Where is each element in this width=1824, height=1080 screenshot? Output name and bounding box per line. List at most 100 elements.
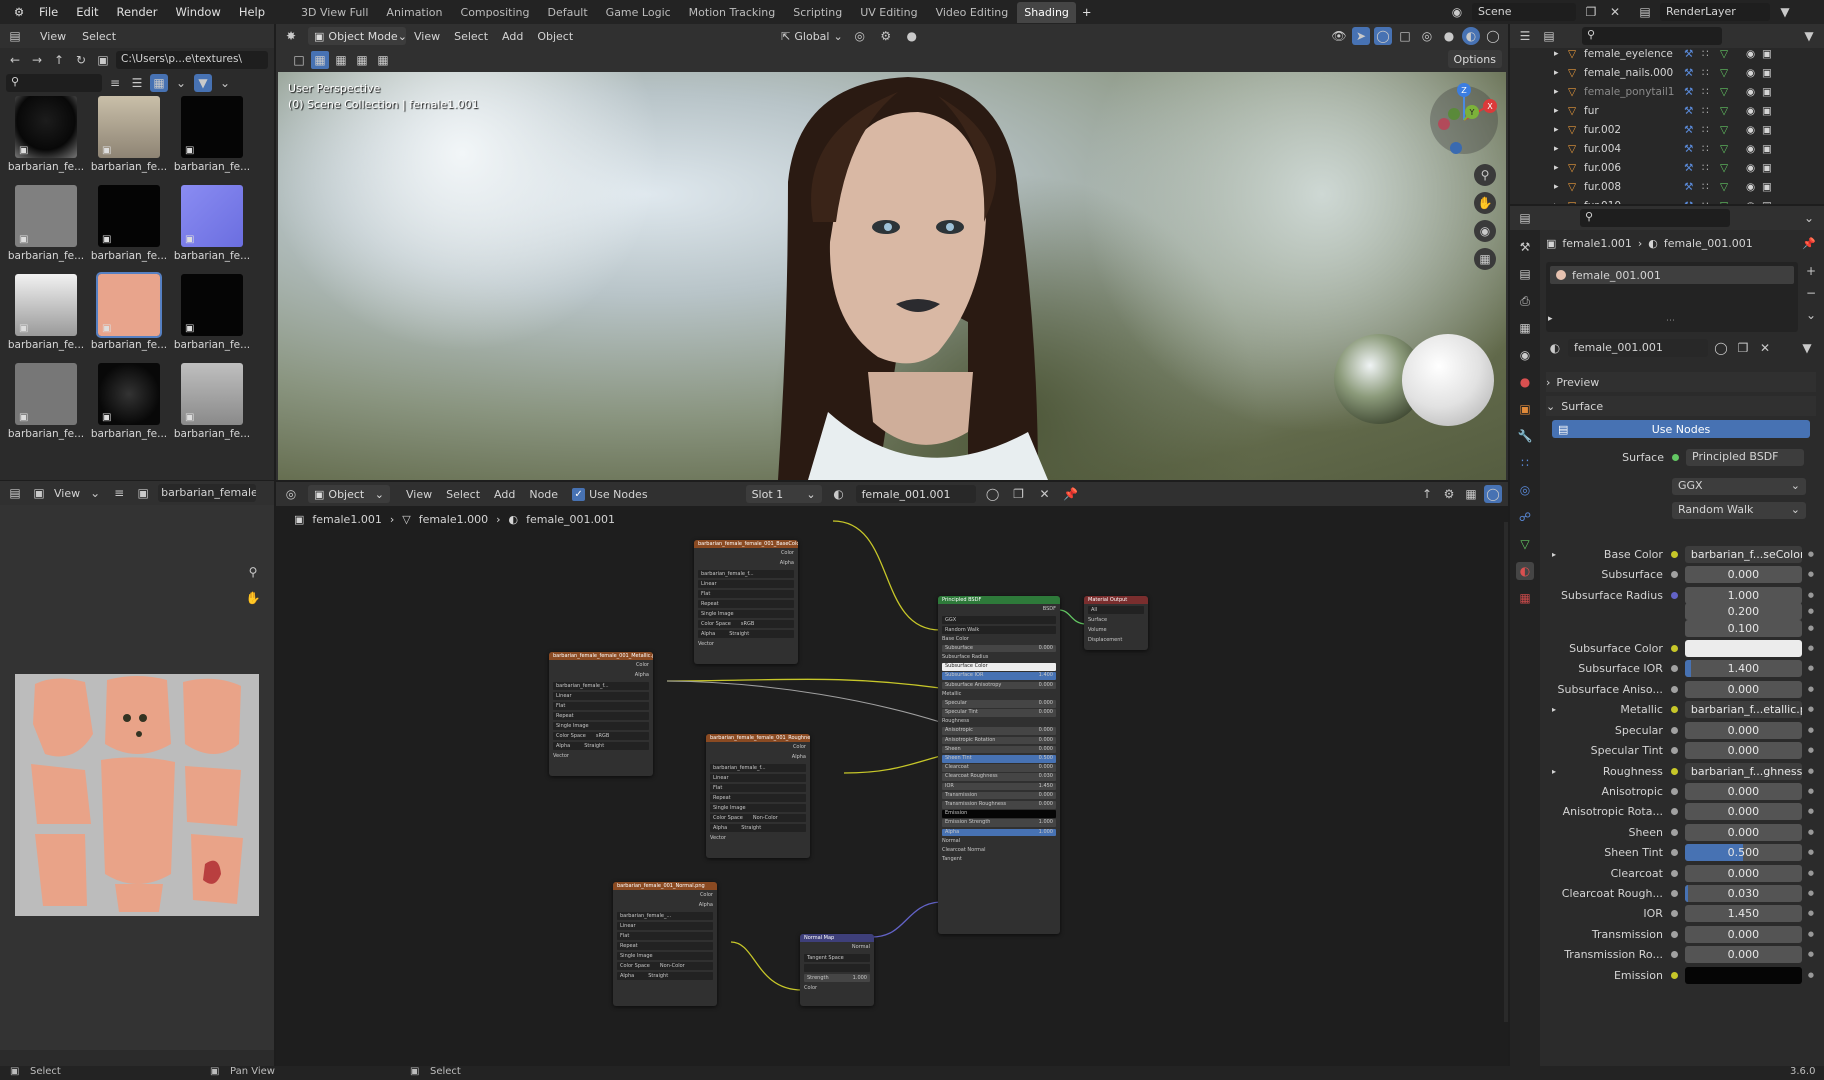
keyframe-dot-icon[interactable]: ● bbox=[1808, 909, 1814, 917]
chevron-right-icon[interactable]: ▸ bbox=[1554, 106, 1568, 116]
colorspace-dropdown[interactable]: Color Space sRGB bbox=[698, 619, 794, 628]
image-texture-node-basecolor[interactable]: barbarian_female_female_001_BaseColor.pn… bbox=[694, 540, 798, 664]
node-editor[interactable]: ◎ ▣ Object ⌄ View Select Add Node ✓ Use Nod… bbox=[276, 482, 1508, 1066]
select-extend-icon[interactable]: ▦ bbox=[332, 51, 350, 69]
object-tab-icon[interactable]: ▣ bbox=[1516, 400, 1534, 418]
grid-view-icon[interactable]: ▦ bbox=[1474, 248, 1496, 270]
node-dropdown[interactable]: Flat bbox=[698, 589, 794, 598]
outliner-item[interactable]: ▸ ▽ fur.008 ⚒ ∷ ▽ ◉ ▣ bbox=[1510, 177, 1780, 196]
outliner-search-input[interactable]: ⚲ bbox=[1582, 27, 1722, 45]
alpha-dropdown[interactable]: Alpha Straight bbox=[553, 741, 649, 750]
modifier-icon[interactable]: ⚒ bbox=[1684, 86, 1702, 98]
blender-logo-icon[interactable]: ⚙ bbox=[8, 3, 30, 21]
viewport-3d[interactable]: ✸ ▣ Object Mode ⌄ View Select Add Object ⇱… bbox=[276, 24, 1508, 480]
material-tab-icon[interactable]: ◐ bbox=[1516, 562, 1534, 580]
node-dropdown[interactable]: Linear bbox=[553, 691, 649, 700]
texture-tab-icon[interactable]: ▦ bbox=[1516, 589, 1534, 607]
constraints-tab-icon[interactable]: ☍ bbox=[1516, 508, 1534, 526]
chevron-right-icon[interactable]: ▸ bbox=[1554, 144, 1568, 154]
node-dropdown[interactable]: Linear bbox=[617, 921, 713, 930]
node-header[interactable]: barbarian_female_female_001_Roughness.pn… bbox=[706, 734, 810, 742]
bsdf-input-field[interactable]: IOR 1.450 bbox=[942, 782, 1056, 791]
options-dropdown[interactable]: Options bbox=[1447, 50, 1502, 68]
camera-icon[interactable]: ▣ bbox=[1762, 200, 1780, 205]
new-folder-icon[interactable]: ▣ bbox=[94, 51, 112, 69]
image-selector[interactable]: barbarian_female_f... bbox=[710, 763, 806, 772]
node-dropdown[interactable]: Repeat bbox=[710, 793, 806, 802]
particles-icon[interactable]: ∷ bbox=[1702, 143, 1720, 155]
view-layer-tab-icon[interactable]: ▦ bbox=[1516, 319, 1534, 337]
thumbnail-item[interactable]: ▣ barbarian_fe... bbox=[89, 185, 169, 262]
tool-tab-icon[interactable]: ⚒ bbox=[1516, 238, 1534, 256]
colorspace-dropdown[interactable]: Color Space sRGB bbox=[553, 731, 649, 740]
thumbnail-item[interactable]: ▣ barbarian_fe... bbox=[89, 96, 169, 173]
property-value-field[interactable]: 0.000 bbox=[1684, 823, 1802, 841]
chevron-right-icon[interactable]: ▸ bbox=[1554, 163, 1568, 173]
eye-icon[interactable]: ◉ bbox=[1746, 143, 1762, 155]
keyframe-dot-icon[interactable]: ● bbox=[1808, 767, 1814, 775]
bsdf-input-field[interactable]: Specular Tint 0.000 bbox=[942, 709, 1056, 717]
overlay-icon[interactable]: ◯ bbox=[1374, 27, 1392, 45]
forward-icon[interactable]: → bbox=[28, 51, 46, 69]
scene-selector[interactable]: ◉ Scene ❐ ✕ bbox=[1448, 3, 1624, 21]
node-dropdown[interactable]: Flat bbox=[710, 783, 806, 792]
keyframe-dot-icon[interactable]: ● bbox=[1808, 848, 1814, 856]
refresh-icon[interactable]: ↻ bbox=[72, 51, 90, 69]
property-value-field[interactable]: 0.000 bbox=[1684, 741, 1802, 759]
image-selector[interactable]: barbarian_female_f... bbox=[553, 681, 649, 690]
bsdf-input-field[interactable]: Clearcoat Roughness 0.030 bbox=[942, 773, 1056, 781]
node-dropdown[interactable]: Linear bbox=[698, 579, 794, 588]
editor-type-icon[interactable]: ▤ bbox=[1516, 209, 1534, 227]
property-value-field[interactable]: 0.000 bbox=[1684, 721, 1802, 739]
alpha-dropdown[interactable]: Alpha Straight bbox=[617, 971, 713, 980]
tab-compositing[interactable]: Compositing bbox=[452, 6, 539, 19]
node-dropdown[interactable]: Single Image bbox=[617, 951, 713, 960]
render-layer-name[interactable]: RenderLayer bbox=[1660, 3, 1770, 21]
bsdf-input-field[interactable]: Sheen Tint 0.500 bbox=[942, 755, 1056, 763]
property-value-field[interactable]: 1.450 bbox=[1684, 904, 1802, 922]
image-icon[interactable]: ▣ bbox=[134, 484, 152, 502]
physics-tab-icon[interactable]: ◎ bbox=[1516, 481, 1534, 499]
fb-search-input[interactable]: ⚲ bbox=[6, 74, 102, 92]
property-value-field[interactable]: 0.000 bbox=[1684, 945, 1802, 963]
chevron-right-icon[interactable]: ▸ bbox=[1554, 49, 1568, 59]
particles-icon[interactable]: ∷ bbox=[1702, 86, 1720, 98]
node-dropdown[interactable]: Repeat bbox=[698, 599, 794, 608]
mesh-data-icon[interactable]: ▽ bbox=[1720, 200, 1746, 205]
camera-icon[interactable]: ▣ bbox=[1762, 86, 1780, 98]
node-header[interactable]: Material Output bbox=[1084, 596, 1148, 604]
keyframe-dot-icon[interactable]: ● bbox=[1808, 930, 1814, 938]
property-value-field[interactable]: 1.400 bbox=[1684, 659, 1802, 677]
eye-icon[interactable]: ◉ bbox=[1746, 105, 1762, 117]
bsdf-input-field[interactable]: Transmission Roughness 0.000 bbox=[942, 800, 1056, 809]
property-value-field[interactable]: 0.000 bbox=[1684, 680, 1802, 698]
keyframe-dot-icon[interactable]: ● bbox=[1808, 607, 1814, 615]
colorspace-dropdown[interactable]: Color Space Non-Color bbox=[617, 961, 713, 970]
image-selector[interactable]: barbarian_female_... bbox=[617, 911, 713, 920]
eye-icon[interactable]: ◉ bbox=[1746, 48, 1762, 60]
mesh-data-icon[interactable]: ▽ bbox=[1720, 162, 1746, 174]
bsdf-input-field[interactable]: Subsurface 0.000 bbox=[942, 644, 1056, 653]
keyframe-dot-icon[interactable]: ● bbox=[1808, 644, 1814, 652]
bsdf-input-field[interactable]: Subsurface Color bbox=[942, 663, 1056, 671]
alpha-dropdown[interactable]: Alpha Straight bbox=[710, 823, 806, 832]
chevron-right-icon[interactable]: ▸ bbox=[1554, 201, 1568, 205]
particles-tab-icon[interactable]: ∷ bbox=[1516, 454, 1534, 472]
eye-icon[interactable]: ◉ bbox=[1746, 200, 1762, 205]
image-texture-node-roughness[interactable]: barbarian_female_female_001_Roughness.pn… bbox=[706, 734, 810, 858]
visibility-icon[interactable]: 👁 bbox=[1330, 27, 1348, 45]
material-output-node[interactable]: Material Output All Surface Volume Displacem… bbox=[1084, 596, 1148, 650]
modifier-icon[interactable]: ⚒ bbox=[1684, 181, 1702, 193]
filter-icon[interactable]: ▼ bbox=[1776, 3, 1794, 21]
hand-pan-icon[interactable]: ✋ bbox=[1474, 192, 1496, 214]
vp-menu-select[interactable]: Select bbox=[454, 30, 488, 43]
property-value-field[interactable]: 0.000 bbox=[1684, 864, 1802, 882]
bsdf-input-field[interactable]: Alpha 1.000 bbox=[942, 828, 1056, 837]
chevron-right-icon[interactable]: ▸ bbox=[1554, 125, 1568, 135]
outliner-item[interactable]: ▸ ▽ female_nails.000 ⚒ ∷ ▽ ◉ ▣ bbox=[1510, 63, 1780, 82]
output-tab-icon[interactable]: ⎙ bbox=[1516, 292, 1534, 310]
color-swatch[interactable] bbox=[1684, 966, 1802, 984]
eye-icon[interactable]: ◉ bbox=[1746, 124, 1762, 136]
property-value-field[interactable]: 0.200 bbox=[1684, 602, 1802, 620]
viewport-canvas[interactable]: User Perspective (0) Scene Collection | … bbox=[278, 72, 1506, 480]
